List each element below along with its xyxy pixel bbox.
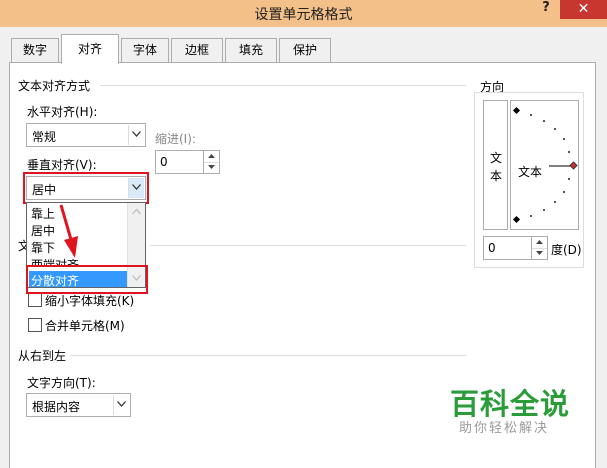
orientation-dial-text: 文本 — [518, 165, 543, 179]
help-button[interactable]: ? — [536, 0, 556, 18]
vertical-text-button[interactable]: 文 本 — [483, 100, 508, 230]
tab-font[interactable]: 字体 — [121, 38, 169, 62]
tab-protection[interactable]: 保护 — [279, 38, 331, 62]
merge-cells-label: 合并单元格(M) — [45, 319, 125, 333]
title-bar: 设置单元格格式 ? ✕ — [0, 0, 607, 27]
tab-number[interactable]: 数字 — [11, 38, 59, 62]
text-direction-select[interactable]: 根据内容 — [26, 393, 131, 417]
text-direction-value: 根据内容 — [32, 400, 81, 414]
watermark-tagline: 助你轻松解决 — [459, 421, 550, 436]
group-divider — [70, 355, 466, 356]
annotation-highlight-option — [26, 265, 148, 294]
vertical-align-label: 垂直对齐(V): — [27, 158, 97, 172]
vertical-text-char: 本 — [489, 169, 502, 183]
degrees-value: 0 — [488, 241, 496, 255]
orientation-dial[interactable]: 文本 — [510, 100, 579, 230]
tab-alignment[interactable]: 对齐 — [61, 34, 119, 64]
text-alignment-group-title: 文本对齐方式 — [18, 79, 91, 93]
dialog-title: 设置单元格格式 — [254, 7, 353, 23]
horizontal-align-value: 常规 — [32, 130, 57, 144]
close-button[interactable]: ✕ — [560, 0, 607, 19]
text-direction-label: 文字方向(T): — [27, 376, 96, 390]
indent-label: 缩进(I): — [155, 132, 196, 146]
stepper-down-icon[interactable] — [204, 162, 219, 173]
annotation-arrow-icon — [59, 204, 78, 258]
vertical-text-char: 文 — [489, 151, 502, 165]
indent-value: 0 — [160, 155, 168, 169]
horizontal-align-select[interactable]: 常规 — [26, 123, 146, 147]
group-divider — [150, 245, 466, 246]
rtl-group-title: 从右到左 — [18, 349, 67, 363]
scroll-up-icon — [132, 209, 141, 215]
chevron-down-icon[interactable] — [128, 125, 144, 145]
option-top[interactable]: 靠上 — [31, 205, 55, 222]
annotation-highlight-select — [23, 172, 149, 204]
stepper-down-icon[interactable] — [532, 248, 547, 259]
shrink-to-fit-label: 缩小字体填充(K) — [45, 294, 135, 308]
tab-border[interactable]: 边框 — [171, 38, 223, 62]
horizontal-align-label: 水平对齐(H): — [27, 105, 98, 119]
shrink-to-fit-checkbox[interactable] — [28, 293, 42, 307]
tab-fill[interactable]: 填充 — [225, 38, 277, 62]
group-divider — [100, 85, 466, 86]
option-center[interactable]: 居中 — [31, 222, 55, 239]
degrees-stepper[interactable]: 0 — [483, 236, 548, 260]
chevron-down-icon[interactable] — [113, 395, 129, 415]
indent-stepper[interactable]: 0 — [155, 150, 220, 174]
merge-cells-checkbox[interactable] — [28, 318, 42, 332]
degrees-label: 度(D) — [551, 243, 582, 257]
option-bottom[interactable]: 靠下 — [31, 239, 55, 256]
